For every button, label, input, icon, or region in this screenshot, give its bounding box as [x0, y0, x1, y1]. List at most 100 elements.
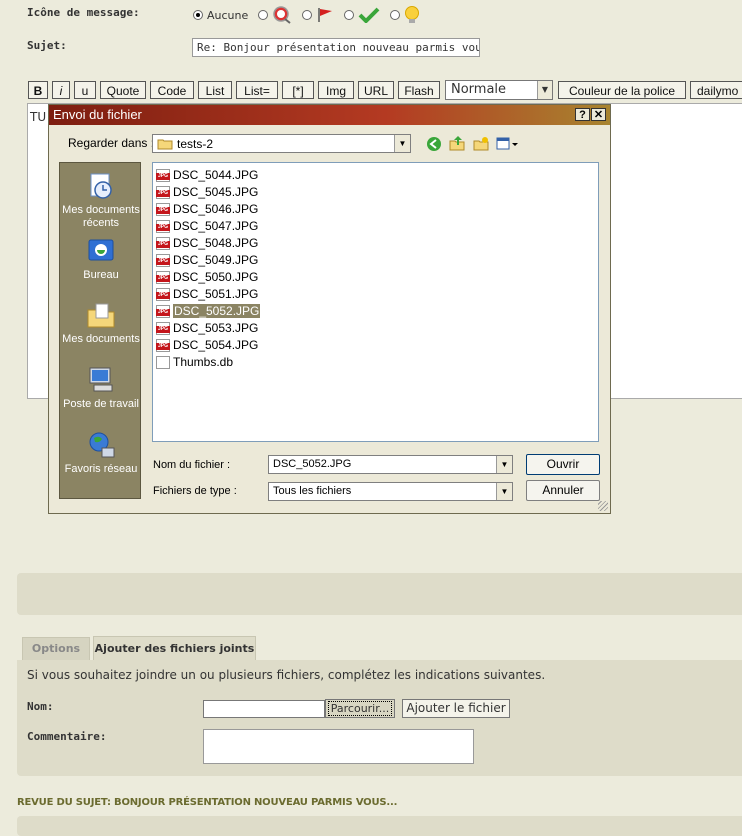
icon-radio-none[interactable]	[193, 10, 203, 20]
magnifier-icon	[273, 6, 291, 24]
look-in-value: tests-2	[177, 137, 214, 151]
browse-label: Parcourir...	[327, 701, 393, 716]
list-ordered-button[interactable]: List=	[236, 81, 278, 99]
icon-radio-flag[interactable]	[302, 10, 313, 20]
jpg-file-icon	[156, 305, 170, 319]
place-my-computer[interactable]: Poste de travail	[60, 365, 142, 411]
lightbulb-icon	[405, 6, 420, 23]
file-list[interactable]: DSC_5044.JPG DSC_5045.JPG DSC_5046.JPG DSC_…	[152, 162, 599, 442]
icon-radio-search[interactable]	[258, 10, 269, 20]
place-network[interactable]: Favoris réseau	[60, 430, 142, 476]
file-name: DSC_5044.JPG	[173, 168, 259, 182]
italic-button[interactable]: i	[52, 81, 70, 99]
tab-attach-files[interactable]: Ajouter des fichiers joints	[93, 636, 256, 662]
file-list-item[interactable]: DSC_5052.JPG	[156, 303, 261, 319]
font-size-select[interactable]: Normale ▼	[445, 80, 553, 100]
dialog-title-bar[interactable]: Envoi du fichier ? ✕	[49, 105, 610, 125]
file-list-item[interactable]: DSC_5053.JPG	[156, 320, 258, 336]
place-label: Bureau	[83, 269, 119, 281]
file-name: DSC_5052.JPG	[173, 304, 261, 318]
attach-name-label: Nom:	[27, 700, 54, 713]
icon-radio-idea[interactable]	[390, 10, 401, 20]
icon-none-label: Aucune	[207, 8, 249, 22]
filetype-select[interactable]: Tous les fichiers ▼	[268, 482, 513, 501]
message-icon-options: Aucune	[193, 6, 420, 24]
close-icon[interactable]: ✕	[591, 108, 606, 121]
file-list-item[interactable]: DSC_5049.JPG	[156, 252, 258, 268]
review-title: REVUE DU SUJET: BONJOUR PRÉSENTATION NOU…	[17, 797, 398, 808]
place-my-documents[interactable]: Mes documents	[60, 300, 142, 346]
message-text: TU	[30, 110, 47, 124]
file-name: DSC_5045.JPG	[173, 185, 259, 199]
url-button[interactable]: URL	[358, 81, 394, 99]
jpg-file-icon	[156, 237, 170, 251]
review-panel	[17, 816, 742, 836]
file-name: DSC_5048.JPG	[173, 236, 259, 250]
file-name: DSC_5053.JPG	[173, 321, 259, 335]
checkmark-icon	[358, 7, 380, 23]
jpg-file-icon	[156, 203, 170, 217]
underline-button[interactable]: u	[74, 81, 96, 99]
file-list-item[interactable]: DSC_5046.JPG	[156, 201, 258, 217]
new-folder-icon[interactable]	[473, 136, 489, 152]
quote-button[interactable]: Quote	[100, 81, 146, 99]
file-name: DSC_5054.JPG	[173, 338, 259, 352]
file-name: DSC_5050.JPG	[173, 270, 259, 284]
img-button[interactable]: Img	[318, 81, 354, 99]
jpg-file-icon	[156, 169, 170, 183]
font-size-value: Normale	[451, 82, 507, 97]
my-documents-icon	[87, 303, 115, 328]
resize-grip[interactable]	[598, 501, 608, 511]
help-icon[interactable]: ?	[575, 108, 590, 121]
subject-label: Sujet:	[27, 39, 67, 52]
jpg-file-icon	[156, 271, 170, 285]
list-button[interactable]: List	[198, 81, 232, 99]
add-file-button[interactable]: Ajouter le fichier	[402, 699, 510, 718]
recent-documents-icon	[90, 173, 112, 199]
jpg-file-icon	[156, 220, 170, 234]
chevron-down-icon: ▼	[394, 135, 410, 152]
attach-file-input[interactable]	[203, 700, 325, 718]
file-list-item[interactable]: DSC_5054.JPG	[156, 337, 258, 353]
filename-input[interactable]: DSC_5052.JPG ▼	[268, 455, 513, 474]
bold-button[interactable]: B	[28, 81, 48, 99]
view-menu-icon[interactable]	[496, 136, 520, 152]
jpg-file-icon	[156, 339, 170, 353]
my-computer-icon	[89, 367, 113, 392]
file-list-item[interactable]: DSC_5051.JPG	[156, 286, 258, 302]
file-name: DSC_5047.JPG	[173, 219, 259, 233]
list-item-button[interactable]: [*]	[282, 81, 314, 99]
file-list-item[interactable]: DSC_5048.JPG	[156, 235, 258, 251]
attach-comment-input[interactable]	[203, 729, 474, 764]
dailymotion-button[interactable]: dailymo	[690, 81, 742, 99]
file-name: DSC_5046.JPG	[173, 202, 259, 216]
file-list-item[interactable]: DSC_5050.JPG	[156, 269, 258, 285]
tab-options[interactable]: Options	[22, 637, 90, 660]
filetype-label: Fichiers de type :	[153, 485, 237, 497]
look-in-label: Regarder dans :	[68, 136, 155, 150]
dialog-title: Envoi du fichier	[53, 107, 142, 122]
place-label: Mes documents	[62, 333, 140, 345]
cancel-button[interactable]: Annuler	[526, 480, 600, 501]
up-folder-icon[interactable]	[449, 135, 465, 151]
place-label: Favoris réseau	[64, 463, 138, 475]
code-button[interactable]: Code	[150, 81, 194, 99]
font-color-button[interactable]: Couleur de la police	[558, 81, 686, 99]
back-icon[interactable]	[426, 136, 442, 152]
open-button[interactable]: Ouvrir	[526, 454, 600, 475]
network-globe-icon	[89, 432, 115, 458]
attach-comment-label: Commentaire:	[27, 730, 107, 743]
place-recent-docs[interactable]: Mes documents récents	[60, 171, 142, 230]
icon-radio-check[interactable]	[344, 10, 355, 20]
look-in-select[interactable]: tests-2 ▼	[152, 134, 411, 153]
flash-button[interactable]: Flash	[398, 81, 440, 99]
place-desktop[interactable]: Bureau	[60, 236, 142, 282]
attach-intro: Si vous souhaitez joindre un ou plusieur…	[27, 668, 546, 682]
browse-button[interactable]: Parcourir...	[325, 699, 395, 718]
file-list-item[interactable]: DSC_5047.JPG	[156, 218, 258, 234]
file-list-item[interactable]: Thumbs.db	[156, 354, 233, 370]
places-bar: Mes documents récents Bureau Mes documen…	[59, 162, 141, 499]
subject-input[interactable]: Re: Bonjour présentation nouveau parmis …	[192, 38, 480, 57]
file-list-item[interactable]: DSC_5044.JPG	[156, 167, 258, 183]
file-list-item[interactable]: DSC_5045.JPG	[156, 184, 258, 200]
